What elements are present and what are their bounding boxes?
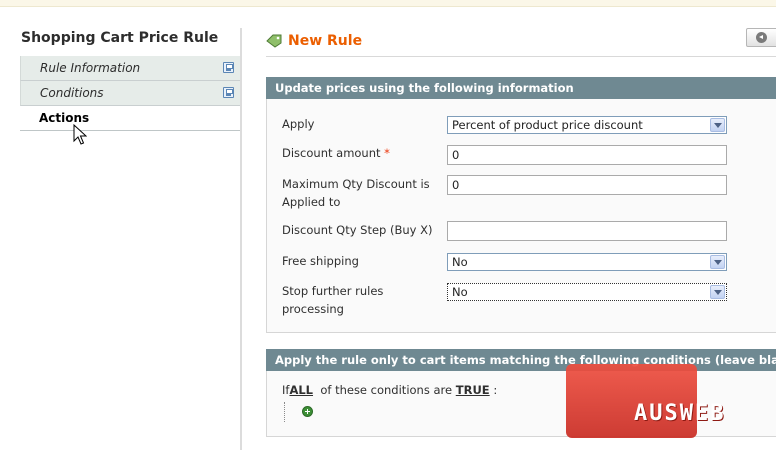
sidebar-title: Shopping Cart Price Rule (21, 30, 219, 46)
page-title: New Rule (288, 33, 363, 49)
condition-tree-line (284, 402, 285, 422)
apply-select-value: Percent of product price discount (452, 118, 643, 132)
discount-amount-label-text: Discount amount (282, 146, 381, 160)
max-qty-label: Maximum Qty Discount is Applied to (282, 177, 430, 209)
floppy-disk-icon (223, 87, 234, 98)
stop-rules-select-value: No (452, 285, 468, 299)
free-shipping-select[interactable]: No (447, 253, 727, 271)
sidebar-divider (240, 28, 242, 450)
tab-label: Actions (39, 111, 90, 125)
arrow-left-icon (756, 32, 767, 43)
chevron-down-icon[interactable] (710, 118, 725, 132)
apply-label: Apply (282, 117, 315, 131)
max-qty-input[interactable] (447, 175, 727, 195)
stop-rules-select[interactable]: No (447, 283, 727, 301)
cond-suffix: : (493, 383, 498, 397)
chevron-down-icon[interactable] (710, 285, 725, 299)
qty-step-input[interactable] (447, 221, 727, 241)
conditions-aggregator: IfALL of these conditions are TRUE : (282, 383, 497, 397)
discount-amount-input[interactable] (447, 145, 727, 165)
page-header: New Rule (266, 31, 362, 51)
chevron-down-icon[interactable] (710, 255, 725, 269)
mouse-pointer-icon (73, 124, 87, 145)
discount-amount-label: Discount amount * (282, 144, 432, 162)
actions-section-header: Update prices using the following inform… (266, 77, 776, 99)
required-mark: * (384, 146, 390, 160)
watermark-text: AUSWEB (634, 401, 726, 426)
tab-label: Conditions (40, 86, 104, 100)
tab-conditions[interactable]: Conditions (20, 81, 241, 106)
price-tag-icon (266, 34, 282, 48)
tab-rule-information[interactable]: Rule Information (20, 56, 241, 81)
free-shipping-select-value: No (452, 255, 468, 269)
stop-rules-label: Stop further rules processing (282, 284, 384, 316)
add-condition-icon[interactable] (302, 406, 313, 417)
apply-select[interactable]: Percent of product price discount (447, 116, 727, 134)
header-divider (266, 56, 776, 57)
back-button[interactable] (746, 28, 776, 47)
value-link[interactable]: TRUE (456, 383, 490, 397)
free-shipping-label: Free shipping (282, 254, 359, 268)
sidebar: Shopping Cart Price Rule Rule Informatio… (20, 28, 241, 131)
tab-actions[interactable]: Actions (20, 106, 241, 131)
floppy-disk-icon (223, 62, 234, 73)
aggregator-link[interactable]: ALL (289, 383, 313, 397)
cond-middle: of these conditions are (320, 383, 453, 397)
conditions-section-header: Apply the rule only to cart items matchi… (266, 349, 776, 371)
tab-label: Rule Information (40, 61, 141, 75)
qty-step-label: Discount Qty Step (Buy X) (282, 223, 433, 237)
top-strip (0, 0, 776, 7)
